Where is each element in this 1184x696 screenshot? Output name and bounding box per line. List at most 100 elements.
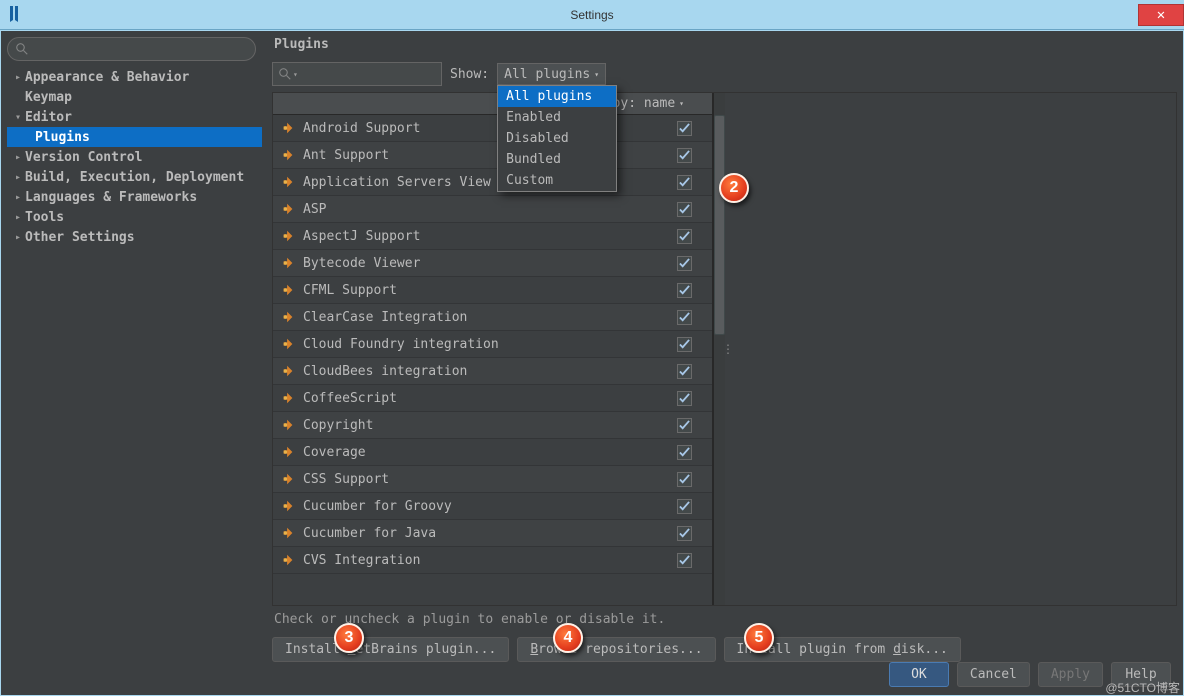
plugin-name-label: Bytecode Viewer	[303, 256, 677, 271]
plugin-enable-checkbox[interactable]	[677, 175, 692, 190]
plugin-list-item[interactable]: Ant Support	[273, 142, 712, 169]
plugin-icon	[281, 175, 295, 189]
install-jetbrains-plugin-button[interactable]: Install JetBrains plugin...	[272, 637, 509, 662]
scrollbar-thumb[interactable]	[714, 115, 725, 335]
plugin-enable-checkbox[interactable]	[677, 526, 692, 541]
plugin-enable-checkbox[interactable]	[677, 418, 692, 433]
show-filter-dropdown: All pluginsEnabledDisabledBundledCustom	[497, 85, 617, 192]
callout-4: 4	[553, 623, 583, 653]
plugin-list-item[interactable]: Application Servers View	[273, 169, 712, 196]
plugin-list-item[interactable]: Cucumber for Groovy	[273, 493, 712, 520]
plugin-list-item[interactable]: Cucumber for Java	[273, 520, 712, 547]
plugin-list-item[interactable]: CoffeeScript	[273, 385, 712, 412]
plugin-enable-checkbox[interactable]	[677, 445, 692, 460]
plugin-list-item[interactable]: CFML Support	[273, 277, 712, 304]
plugin-list-item[interactable]: Coverage	[273, 439, 712, 466]
splitter-handle[interactable]	[725, 93, 731, 605]
plugin-list-item[interactable]: Bytecode Viewer	[273, 250, 712, 277]
plugin-icon	[281, 553, 295, 567]
plugin-list-item[interactable]: AspectJ Support	[273, 223, 712, 250]
plugin-enable-checkbox[interactable]	[677, 310, 692, 325]
plugin-list-item[interactable]: Cloud Foundry integration	[273, 331, 712, 358]
plugin-enable-checkbox[interactable]	[677, 337, 692, 352]
browse-repositories-button[interactable]: Browse repositories...	[517, 637, 715, 662]
dropdown-option[interactable]: Bundled	[498, 149, 616, 170]
ok-button[interactable]: OK	[889, 662, 949, 687]
apply-button[interactable]: Apply	[1038, 662, 1103, 687]
sidebar-item-label: Keymap	[25, 90, 72, 105]
plugin-icon	[281, 283, 295, 297]
plugin-icon	[281, 526, 295, 540]
dropdown-option[interactable]: Enabled	[498, 107, 616, 128]
chevron-down-icon: ▾	[15, 112, 25, 123]
page-heading: Plugins	[274, 37, 1177, 52]
chevron-right-icon: ▸	[15, 192, 25, 203]
plugin-enable-checkbox[interactable]	[677, 148, 692, 163]
plugin-enable-checkbox[interactable]	[677, 256, 692, 271]
plugin-name-label: Cucumber for Groovy	[303, 499, 677, 514]
sidebar-item-label: Version Control	[25, 150, 142, 165]
chevron-down-icon: ▾	[594, 70, 599, 79]
plugin-enable-checkbox[interactable]	[677, 202, 692, 217]
plugin-list-item[interactable]: CloudBees integration	[273, 358, 712, 385]
plugin-list-item[interactable]: ClearCase Integration	[273, 304, 712, 331]
chevron-right-icon: ▸	[15, 172, 25, 183]
show-filter-value: All plugins	[504, 67, 590, 82]
plugin-name-label: ASP	[303, 202, 677, 217]
plugin-list: Sort by: name ▾ Android Support Ant Suppo…	[273, 93, 713, 605]
plugin-list-item[interactable]: Copyright	[273, 412, 712, 439]
cancel-button[interactable]: Cancel	[957, 662, 1030, 687]
plugin-search-input[interactable]: ▾	[272, 62, 442, 86]
plugin-icon	[281, 256, 295, 270]
settings-main: Plugins ▾ Show: All plugins ▾ All plugin…	[262, 37, 1177, 662]
sidebar-item[interactable]: ▸Build, Execution, Deployment	[7, 167, 262, 187]
plugin-enable-checkbox[interactable]	[677, 364, 692, 379]
plugin-list-item[interactable]: Android Support	[273, 115, 712, 142]
sidebar-item[interactable]: Keymap	[7, 87, 262, 107]
sidebar-item[interactable]: ▾Editor	[7, 107, 262, 127]
plugin-name-label: CFML Support	[303, 283, 677, 298]
plugin-enable-checkbox[interactable]	[677, 472, 692, 487]
plugin-name-label: Coverage	[303, 445, 677, 460]
plugin-list-item[interactable]: CSS Support	[273, 466, 712, 493]
plugin-name-label: AspectJ Support	[303, 229, 677, 244]
sidebar-item[interactable]: ▸Version Control	[7, 147, 262, 167]
plugin-icon	[281, 418, 295, 432]
show-filter-select[interactable]: All plugins ▾ All pluginsEnabledDisabled…	[497, 63, 606, 85]
sidebar-item-label: Languages & Frameworks	[25, 190, 197, 205]
plugin-name-label: Copyright	[303, 418, 677, 433]
plugin-enable-checkbox[interactable]	[677, 499, 692, 514]
dropdown-option[interactable]: Disabled	[498, 128, 616, 149]
plugin-name-label: CoffeeScript	[303, 391, 677, 406]
sidebar-item-label: Tools	[25, 210, 64, 225]
sidebar-item[interactable]: ▸Appearance & Behavior	[7, 67, 262, 87]
plugin-name-label: Cloud Foundry integration	[303, 337, 677, 352]
sidebar-item[interactable]: ▸Tools	[7, 207, 262, 227]
sidebar-item[interactable]: Plugins	[7, 127, 262, 147]
plugin-enable-checkbox[interactable]	[677, 283, 692, 298]
plugin-list-item[interactable]: CVS Integration	[273, 547, 712, 574]
dropdown-option[interactable]: All plugins	[498, 86, 616, 107]
sidebar-item[interactable]: ▸Other Settings	[7, 227, 262, 247]
plugin-enable-checkbox[interactable]	[677, 553, 692, 568]
sidebar-item-label: Appearance & Behavior	[25, 70, 189, 85]
plugin-icon	[281, 391, 295, 405]
sort-header[interactable]: Sort by: name ▾	[273, 93, 712, 115]
plugin-enable-checkbox[interactable]	[677, 391, 692, 406]
callout-2: 2	[719, 173, 749, 203]
callout-3: 3	[334, 623, 364, 653]
search-icon	[16, 43, 28, 55]
plugin-name-label: CVS Integration	[303, 553, 677, 568]
sidebar-item[interactable]: ▸Languages & Frameworks	[7, 187, 262, 207]
plugin-name-label: CSS Support	[303, 472, 677, 487]
plugin-list-item[interactable]: ASP	[273, 196, 712, 223]
dropdown-option[interactable]: Custom	[498, 170, 616, 191]
window-title: Settings	[0, 8, 1184, 22]
plugin-name-label: Ant Support	[303, 148, 677, 163]
plugin-icon	[281, 364, 295, 378]
plugin-icon	[281, 472, 295, 486]
plugin-action-buttons: Install JetBrains plugin... Browse repos…	[272, 637, 1177, 662]
settings-search-input[interactable]	[7, 37, 256, 61]
plugin-enable-checkbox[interactable]	[677, 229, 692, 244]
plugin-enable-checkbox[interactable]	[677, 121, 692, 136]
